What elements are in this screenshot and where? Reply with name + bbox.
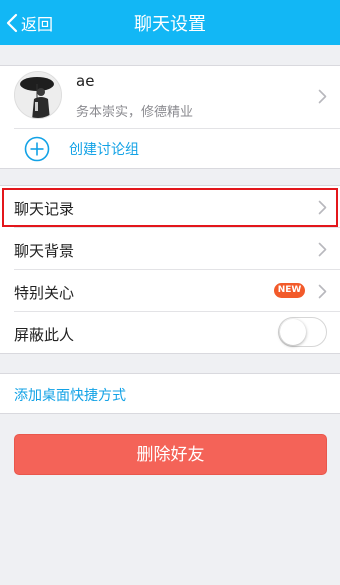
settings-item-block-user: 屏蔽此人 — [0, 312, 340, 354]
nickname: ae — [76, 72, 95, 90]
settings-item-chat-history[interactable]: 聊天记录 — [0, 186, 340, 228]
settings-list: 聊天记录 聊天背景 特别关心 NEW 屏蔽此人 — [0, 185, 340, 354]
chevron-right-icon — [318, 89, 327, 104]
avatar-image — [15, 72, 61, 118]
back-label: 返回 — [21, 14, 54, 34]
settings-item-chat-background[interactable]: 聊天背景 — [0, 228, 340, 270]
chevron-left-icon — [6, 13, 18, 32]
page-title: 聊天设置 — [134, 13, 206, 35]
header-bar: 返回 聊天设置 — [0, 0, 340, 45]
profile-row[interactable]: ae 务本崇实，修德精业 — [0, 66, 340, 127]
new-badge: NEW — [274, 283, 305, 298]
block-toggle[interactable] — [278, 317, 327, 347]
plus-circle-icon — [24, 136, 50, 162]
toggle-knob — [280, 319, 306, 345]
chevron-right-icon — [318, 284, 327, 299]
create-group-button[interactable]: 创建讨论组 — [0, 129, 340, 169]
settings-item-label: 屏蔽此人 — [14, 326, 75, 344]
chat-settings-screen: 返回 聊天设置 ae 务本崇实，修德精业 创建讨论组 聊天记录 聊天背景 特别关… — [0, 0, 340, 585]
back-button[interactable]: 返回 — [6, 0, 53, 45]
settings-item-special-care[interactable]: 特别关心 NEW — [0, 270, 340, 312]
chevron-right-icon — [318, 242, 327, 257]
settings-item-label: 聊天记录 — [14, 200, 75, 218]
delete-friend-button[interactable]: 删除好友 — [14, 434, 327, 475]
settings-item-label: 聊天背景 — [14, 242, 75, 260]
profile-card: ae 务本崇实，修德精业 创建讨论组 — [0, 65, 340, 169]
avatar — [14, 71, 62, 119]
create-group-label: 创建讨论组 — [69, 142, 139, 158]
settings-item-label: 特别关心 — [14, 284, 75, 302]
add-desktop-shortcut-link[interactable]: 添加桌面快捷方式 — [14, 385, 126, 405]
shortcut-card: 添加桌面快捷方式 — [0, 373, 340, 414]
signature: 务本崇实，修德精业 — [76, 105, 194, 120]
chevron-right-icon — [318, 200, 327, 215]
